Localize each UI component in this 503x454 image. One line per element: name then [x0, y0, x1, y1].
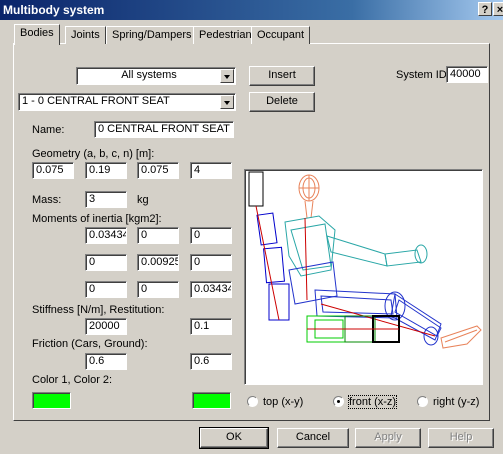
tab-occupant[interactable]: Occupant [251, 26, 311, 44]
head-shape [298, 174, 320, 219]
body-select-value: 1 - 0 CENTRAL FRONT SEAT [22, 95, 170, 107]
insert-button[interactable]: Insert [249, 66, 315, 86]
radio-selected-icon [333, 396, 344, 407]
mass-field[interactable]: 3 [85, 191, 127, 208]
view-top-label: top (x-y) [263, 396, 304, 408]
systems-select[interactable]: All systems [76, 67, 236, 85]
restitution-field[interactable]: 0.1 [190, 318, 232, 335]
color2-swatch[interactable] [192, 392, 231, 409]
mass-unit: kg [137, 194, 149, 206]
help-button[interactable]: Help [428, 428, 494, 448]
inertia-field[interactable]: 0 [137, 227, 179, 244]
tab-pedestrian[interactable]: Pedestrian [193, 26, 258, 44]
color-label: Color 1, Color 2: [32, 374, 113, 386]
geometry-label: Geometry (a, b, c, n) [m]: [32, 148, 155, 160]
foot-shape [440, 325, 482, 349]
stiffness-label: Stiffness [N/m], Restitution: [32, 304, 165, 316]
systems-select-value: All systems [121, 69, 177, 81]
delete-button[interactable]: Delete [249, 92, 315, 112]
body-select[interactable]: 1 - 0 CENTRAL FRONT SEAT [18, 93, 236, 111]
name-label: Name: [32, 124, 65, 136]
inertia-field[interactable]: 0 [190, 254, 232, 271]
tab-spring-dampers[interactable]: Spring/Dampers [106, 26, 198, 44]
multibody-dialog: Multibody system ? × Bodies Joints Sprin… [0, 0, 503, 454]
close-title-button[interactable]: × [493, 2, 503, 16]
view-front-label: front (x-z) [347, 395, 398, 409]
color1-swatch[interactable] [32, 392, 71, 409]
geometry-b-field[interactable]: 0.19 [85, 162, 127, 179]
leg-shape [314, 289, 442, 346]
view-right-label: right (y-z) [433, 396, 480, 408]
chevron-down-icon[interactable] [220, 69, 234, 83]
model-view[interactable] [244, 169, 483, 385]
geometry-n-field[interactable]: 4 [190, 162, 232, 179]
seat-cushion-shape [306, 315, 400, 343]
arm-shape [326, 235, 428, 267]
geometry-a-field[interactable]: 0.075 [32, 162, 74, 179]
stiffness-field[interactable]: 20000 [85, 318, 127, 335]
view-front-radio[interactable]: front (x-z) [333, 395, 398, 410]
occupant-model-drawing [248, 171, 482, 349]
tab-joints[interactable]: Joints [65, 26, 106, 44]
radio-icon [247, 396, 258, 407]
mass-label: Mass: [32, 194, 62, 206]
inertia-field[interactable]: 0 [85, 281, 127, 298]
ok-button[interactable]: OK [199, 427, 269, 449]
seat-back-shape [248, 171, 290, 321]
title-bar[interactable]: Multibody system ? × [0, 0, 503, 20]
inertia-label: Moments of inertia [kgm2]: [32, 213, 162, 225]
inertia-field[interactable]: 0.03434 [190, 281, 232, 298]
view-top-radio[interactable]: top (x-y) [247, 396, 303, 410]
radio-icon [417, 396, 428, 407]
friction-cars-field[interactable]: 0.6 [85, 353, 127, 370]
geometry-c-field[interactable]: 0.075 [137, 162, 179, 179]
inertia-field[interactable]: 0.03434 [85, 227, 127, 244]
friction-ground-field[interactable]: 0.6 [190, 353, 232, 370]
window-title: Multibody system [3, 3, 105, 17]
inertia-field[interactable]: 0 [190, 227, 232, 244]
friction-label: Friction (Cars, Ground): [32, 338, 148, 350]
view-right-radio[interactable]: right (y-z) [417, 396, 479, 410]
help-title-button[interactable]: ? [478, 2, 492, 16]
system-id-label: System ID: [396, 69, 450, 81]
chevron-down-icon[interactable] [220, 95, 234, 109]
inertia-field[interactable]: 0 [85, 254, 127, 271]
tab-bodies[interactable]: Bodies [14, 24, 60, 45]
inertia-field[interactable]: 0.00925 [137, 254, 179, 271]
cancel-button[interactable]: Cancel [277, 428, 349, 448]
system-id-field[interactable]: 40000 [446, 66, 488, 83]
apply-button[interactable]: Apply [355, 428, 421, 448]
inertia-field[interactable]: 0 [137, 281, 179, 298]
name-field[interactable]: 0 CENTRAL FRONT SEAT [94, 121, 234, 138]
